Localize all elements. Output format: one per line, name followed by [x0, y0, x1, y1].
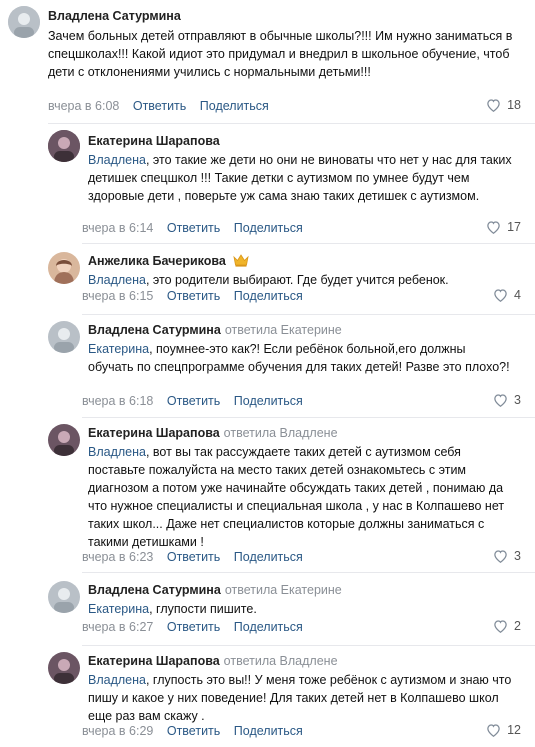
comment-author[interactable]: Владлена Сатурмина	[48, 9, 181, 23]
comment-author[interactable]: Екатерина Шарапова	[88, 134, 220, 148]
like-button[interactable]: 17	[486, 220, 521, 234]
reply-button[interactable]: Ответить	[167, 221, 220, 235]
comment-reply: Екатерина Шарапова ответила Владлене Влад…	[0, 418, 535, 573]
comment-meta: вчера в 6:18 Ответить Поделиться	[82, 394, 303, 408]
reply-to-label[interactable]: ответила Владлене	[224, 426, 338, 440]
avatar[interactable]	[48, 252, 80, 284]
comment-time[interactable]: вчера в 6:08	[48, 99, 119, 113]
comment-time[interactable]: вчера в 6:29	[82, 724, 153, 738]
mention-link[interactable]: Владлена	[88, 273, 146, 287]
heart-icon	[494, 289, 507, 302]
like-count: 18	[507, 98, 521, 112]
share-button[interactable]: Поделиться	[234, 289, 303, 303]
share-button[interactable]: Поделиться	[234, 394, 303, 408]
comment-author[interactable]: Владлена Сатурмина ответила Екатерине	[88, 583, 342, 597]
comment-meta: вчера в 6:27 Ответить Поделиться	[82, 620, 303, 634]
share-button[interactable]: Поделиться	[234, 550, 303, 564]
mention-link[interactable]: Владлена	[88, 673, 146, 687]
comment-reply: Екатерина Шарапова ответила Владлене Влад…	[0, 646, 535, 747]
comment-meta: вчера в 6:29 Ответить Поделиться	[82, 724, 303, 738]
comment-meta: вчера в 6:15 Ответить Поделиться	[82, 289, 303, 303]
share-button[interactable]: Поделиться	[200, 99, 269, 113]
comment-reply: Владлена Сатурмина ответила Екатерине Ека…	[0, 573, 535, 646]
comment-time[interactable]: вчера в 6:14	[82, 221, 153, 235]
comment: Владлена Сатурмина Зачем больных детей о…	[0, 0, 535, 124]
comment-reply: Владлена Сатурмина ответила Екатерине Ека…	[0, 315, 535, 418]
mention-link[interactable]: Екатерина	[88, 342, 149, 356]
reply-to-label[interactable]: ответила Екатерине	[225, 323, 342, 337]
crown-icon	[233, 254, 250, 270]
reply-button[interactable]: Ответить	[167, 550, 220, 564]
comment-time[interactable]: вчера в 6:15	[82, 289, 153, 303]
like-count: 4	[514, 288, 521, 302]
share-button[interactable]: Поделиться	[234, 724, 303, 738]
heart-icon	[487, 724, 500, 737]
comment-author[interactable]: Анжелика Бачерикова	[88, 254, 250, 270]
like-button[interactable]: 2	[493, 619, 521, 633]
comment-text: Екатерина, глупости пишите.	[88, 602, 257, 616]
like-button[interactable]: 12	[486, 723, 521, 737]
like-button[interactable]: 3	[493, 393, 521, 407]
reply-to-label[interactable]: ответила Екатерине	[225, 583, 342, 597]
reply-to-label[interactable]: ответила Владлене	[224, 654, 338, 668]
reply-button[interactable]: Ответить	[167, 394, 220, 408]
heart-icon	[494, 550, 507, 563]
comment-meta: вчера в 6:14 Ответить Поделиться	[82, 221, 303, 235]
mention-link[interactable]: Екатерина	[88, 602, 149, 616]
avatar[interactable]	[48, 581, 80, 613]
comment-author[interactable]: Екатерина Шарапова ответила Владлене	[88, 654, 338, 668]
comment-reply: Екатерина Шарапова Владлена, это такие ж…	[0, 124, 535, 244]
avatar[interactable]	[48, 130, 80, 162]
share-button[interactable]: Поделиться	[234, 620, 303, 634]
like-count: 3	[514, 393, 521, 407]
avatar[interactable]	[48, 424, 80, 456]
comment-text: Зачем больных детей отправляют в обычные…	[48, 29, 513, 79]
avatar[interactable]	[8, 6, 40, 38]
comment-meta: вчера в 6:23 Ответить Поделиться	[82, 550, 303, 564]
like-button[interactable]: 4	[493, 288, 521, 302]
avatar[interactable]	[48, 652, 80, 684]
comment-text: Владлена, это такие же дети но они не ви…	[88, 153, 512, 203]
comment-time[interactable]: вчера в 6:27	[82, 620, 153, 634]
heart-icon	[494, 620, 507, 633]
mention-link[interactable]: Владлена	[88, 445, 146, 459]
share-button[interactable]: Поделиться	[234, 221, 303, 235]
heart-icon	[494, 394, 507, 407]
comment-author[interactable]: Владлена Сатурмина ответила Екатерине	[88, 323, 342, 337]
reply-button[interactable]: Ответить	[133, 99, 186, 113]
reply-button[interactable]: Ответить	[167, 289, 220, 303]
avatar[interactable]	[48, 321, 80, 353]
like-count: 3	[514, 549, 521, 563]
like-count: 12	[507, 723, 521, 737]
comment-text: Владлена, глупость это вы!! У меня тоже …	[88, 673, 512, 723]
comment-time[interactable]: вчера в 6:18	[82, 394, 153, 408]
like-button[interactable]: 18	[486, 98, 521, 112]
comment-author[interactable]: Екатерина Шарапова ответила Владлене	[88, 426, 338, 440]
mention-link[interactable]: Владлена	[88, 153, 146, 167]
comment-time[interactable]: вчера в 6:23	[82, 550, 153, 564]
reply-button[interactable]: Ответить	[167, 620, 220, 634]
comment-text: Екатерина, поумнее-это как?! Если ребёно…	[88, 342, 510, 374]
heart-icon	[487, 99, 500, 112]
comment-meta: вчера в 6:08 Ответить Поделиться	[48, 99, 269, 113]
like-count: 2	[514, 619, 521, 633]
comment-text: Владлена, вот вы так рассуждаете таких д…	[88, 445, 505, 549]
comment-text: Владлена, это родители выбирают. Где буд…	[88, 273, 449, 287]
like-button[interactable]: 3	[493, 549, 521, 563]
reply-button[interactable]: Ответить	[167, 724, 220, 738]
comment-reply: Анжелика Бачерикова Владлена, это родите…	[0, 244, 535, 315]
like-count: 17	[507, 220, 521, 234]
heart-icon	[487, 221, 500, 234]
